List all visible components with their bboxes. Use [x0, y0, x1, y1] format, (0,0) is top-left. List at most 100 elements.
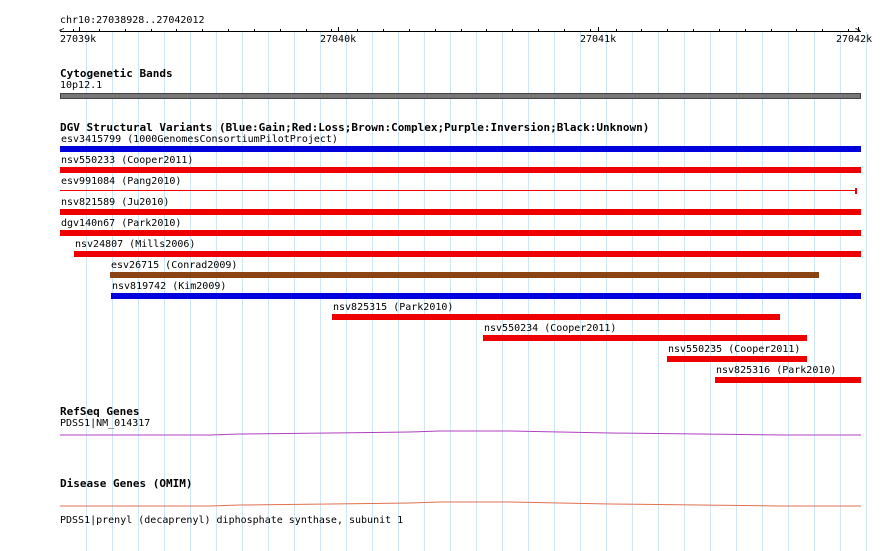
grid-line	[242, 32, 243, 551]
variant-label[interactable]: esv991084 (Pang2010)	[61, 176, 181, 188]
ruler-minor-tick	[822, 29, 823, 32]
variant-label[interactable]: nsv821589 (Ju2010)	[61, 197, 169, 209]
grid-line	[840, 32, 841, 551]
ruler-minor-tick	[564, 29, 565, 32]
refseq-gene-glyph[interactable]	[0, 425, 890, 441]
ruler-minor-tick	[357, 29, 358, 32]
grid-line	[294, 32, 295, 551]
variant-bar[interactable]	[60, 230, 861, 236]
grid-line	[658, 32, 659, 551]
variant-label[interactable]: nsv550233 (Cooper2011)	[61, 155, 193, 167]
ruler-minor-tick	[486, 29, 487, 32]
variant-bar[interactable]	[111, 293, 861, 299]
grid-line	[346, 32, 347, 551]
grid-line	[372, 32, 373, 551]
ruler-minor-tick	[435, 29, 436, 32]
ruler-minor-tick	[667, 29, 668, 32]
variant-bar[interactable]	[667, 356, 807, 362]
variant-bar[interactable]	[715, 377, 861, 383]
variant-label[interactable]: nsv24807 (Mills2006)	[75, 239, 195, 251]
ruler-major-tick	[338, 27, 339, 32]
grid-line	[398, 32, 399, 551]
grid-line	[320, 32, 321, 551]
ruler-minor-tick	[693, 29, 694, 32]
ruler-minor-tick	[745, 29, 746, 32]
variant-label[interactable]: esv26715 (Conrad2009)	[111, 260, 237, 272]
grid-line	[632, 32, 633, 551]
ruler-minor-tick	[538, 29, 539, 32]
grid-line	[424, 32, 425, 551]
ruler-minor-tick	[641, 29, 642, 32]
grid-line	[866, 32, 867, 551]
ruler-minor-tick	[306, 29, 307, 32]
variant-bar[interactable]	[74, 251, 861, 257]
grid-line	[528, 32, 529, 551]
grid-line	[736, 32, 737, 551]
ruler-minor-tick	[151, 29, 152, 32]
variant-label[interactable]: nsv825315 (Park2010)	[333, 302, 453, 314]
cytoband-track-title: Cytogenetic Bands	[60, 67, 173, 80]
ruler-minor-tick	[512, 29, 513, 32]
ruler-tick-label: 27041k	[580, 34, 617, 45]
variant-bar[interactable]	[483, 335, 807, 341]
ruler-minor-tick	[461, 29, 462, 32]
ruler-minor-tick	[331, 29, 332, 32]
variant-label[interactable]: nsv819742 (Kim2009)	[112, 281, 226, 293]
ruler-minor-tick	[409, 29, 410, 32]
ruler-minor-tick	[73, 29, 74, 32]
ruler-minor-tick	[590, 29, 591, 32]
genome-browser-view: chr10:27038928..27042012 < > 27039k27040…	[0, 0, 890, 551]
ruler-minor-tick	[125, 29, 126, 32]
refseq-track-title: RefSeq Genes	[60, 405, 140, 418]
grid-line	[710, 32, 711, 551]
ruler-minor-tick	[848, 29, 849, 32]
ruler-minor-tick	[616, 29, 617, 32]
omim-gene-line	[60, 501, 861, 507]
variant-end-cap	[855, 188, 857, 194]
variant-bar[interactable]	[332, 314, 780, 320]
grid-line	[502, 32, 503, 551]
grid-line	[814, 32, 815, 551]
ruler-tick-label: 27042k	[836, 34, 873, 45]
variant-bar[interactable]	[60, 190, 856, 191]
ruler-major-tick	[79, 27, 80, 32]
ruler-minor-tick	[771, 29, 772, 32]
omim-gene-glyph[interactable]	[0, 495, 890, 509]
omim-track-title: Disease Genes (OMIM)	[60, 477, 193, 490]
grid-line	[580, 32, 581, 551]
omim-gene-label[interactable]: PDSS1|prenyl (decaprenyl) diphosphate sy…	[60, 515, 403, 527]
grid-line	[762, 32, 763, 551]
grid-line	[476, 32, 477, 551]
ruler-tick-label: 27039k	[60, 34, 97, 45]
ruler-major-tick	[598, 27, 599, 32]
grid-line	[788, 32, 789, 551]
variant-label[interactable]: nsv825316 (Park2010)	[716, 365, 836, 377]
grid-line	[684, 32, 685, 551]
ruler-minor-tick	[254, 29, 255, 32]
variant-label[interactable]: esv3415799 (1000GenomesConsortiumPilotPr…	[61, 134, 338, 146]
variant-bar[interactable]	[60, 167, 861, 173]
refseq-gene-line	[60, 430, 861, 436]
dgv-track-title: DGV Structural Variants (Blue:Gain;Red:L…	[60, 121, 650, 134]
variant-bar[interactable]	[60, 209, 861, 215]
ruler-minor-tick	[383, 29, 384, 32]
ruler-minor-tick	[719, 29, 720, 32]
ruler-major-tick	[858, 27, 859, 32]
variant-label[interactable]: nsv550235 (Cooper2011)	[668, 344, 800, 356]
grid-line	[606, 32, 607, 551]
ruler-minor-tick	[280, 29, 281, 32]
ruler-minor-tick	[99, 29, 100, 32]
cytoband-bar[interactable]	[60, 93, 861, 99]
variant-label[interactable]: nsv550234 (Cooper2011)	[484, 323, 616, 335]
cytoband-label: 10p12.1	[60, 80, 103, 91]
grid-line	[450, 32, 451, 551]
variant-bar[interactable]	[60, 146, 861, 152]
grid-line	[268, 32, 269, 551]
variant-bar[interactable]	[110, 272, 819, 278]
ruler-tick-label: 27040k	[320, 34, 357, 45]
ruler-minor-tick	[202, 29, 203, 32]
variant-label[interactable]: dgv140n67 (Park2010)	[61, 218, 181, 230]
locus-label: chr10:27038928..27042012	[60, 15, 205, 26]
grid-line	[554, 32, 555, 551]
grid-line	[86, 32, 87, 551]
